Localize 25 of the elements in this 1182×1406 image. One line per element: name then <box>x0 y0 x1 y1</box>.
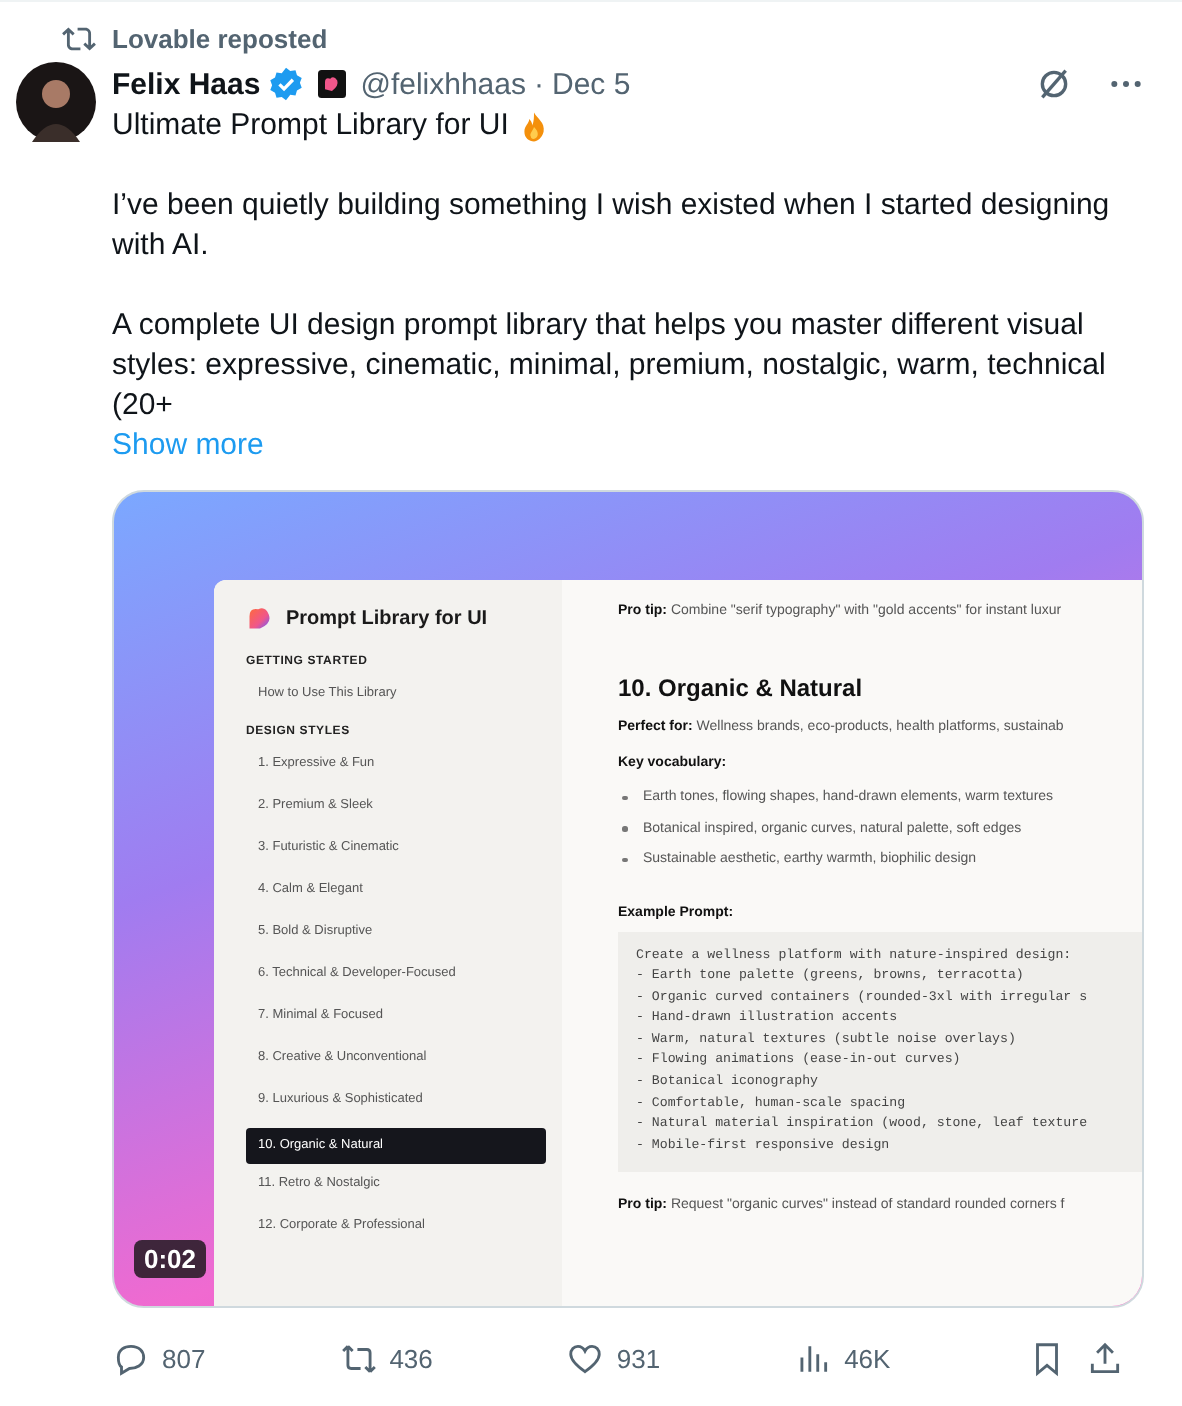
post-title: Ultimate Prompt Library for UI <box>112 106 509 146</box>
video-player[interactable] <box>112 490 1144 1308</box>
action-count: 931 <box>616 1343 661 1373</box>
app-title: Prompt Library for UI <box>286 607 488 629</box>
post-paragraph: I’ve been quietly building something I wish existed when I started designing with AI. <box>112 186 1112 266</box>
action-count: 436 <box>389 1343 433 1373</box>
avatar[interactable] <box>16 62 96 142</box>
section-title: 10. Organic & Natural <box>618 674 865 702</box>
reply-icon[interactable] <box>112 1339 150 1377</box>
affiliate-logo-icon <box>318 70 347 98</box>
post-paragraph: A complete UI design prompt library that helps you master different visual styles: expressive, cinematic, minimal, premium, nostalgic, warm, technical (20+ <box>112 306 1108 426</box>
duration-badge: 0:02 <box>134 1240 207 1278</box>
post-date[interactable]: Dec 5 <box>552 67 631 101</box>
logo-icon <box>246 604 274 632</box>
author-handle[interactable]: @felixhhaas <box>360 67 526 101</box>
bullet-icon <box>622 795 627 800</box>
action-count: 46K <box>844 1343 891 1373</box>
heart-icon[interactable] <box>566 1339 605 1377</box>
bullet-icon <box>622 826 627 831</box>
action-count: 807 <box>162 1343 206 1373</box>
author-name[interactable]: Felix Haas <box>112 67 261 101</box>
separator: · <box>534 67 544 101</box>
share-icon[interactable] <box>1086 1339 1125 1377</box>
bullet-icon <box>622 857 627 862</box>
repost-label: Lovable reposted <box>112 23 328 53</box>
